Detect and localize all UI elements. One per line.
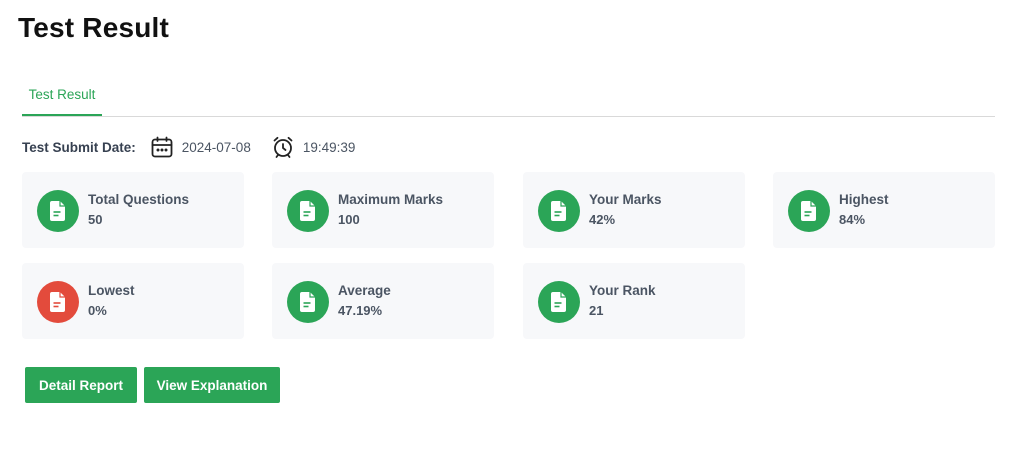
calendar-icon bbox=[150, 135, 174, 159]
document-icon bbox=[287, 281, 329, 323]
stat-title: Average bbox=[338, 283, 391, 298]
test-submit-info: Test Submit Date: 2024-07-08 19:49:39 bbox=[22, 134, 355, 160]
document-icon bbox=[37, 190, 79, 232]
stat-card-your-marks: Your Marks 42% bbox=[523, 172, 745, 248]
stat-card-highest: Highest 84% bbox=[773, 172, 995, 248]
detail-report-button[interactable]: Detail Report bbox=[25, 367, 137, 403]
document-icon bbox=[287, 190, 329, 232]
tab-test-result[interactable]: Test Result bbox=[22, 74, 102, 116]
view-explanation-button[interactable]: View Explanation bbox=[144, 367, 280, 403]
stat-card-your-rank: Your Rank 21 bbox=[523, 263, 745, 339]
stat-value: 100 bbox=[338, 212, 360, 227]
stat-card-average: Average 47.19% bbox=[272, 263, 494, 339]
stat-title: Highest bbox=[839, 192, 889, 207]
stat-title: Total Questions bbox=[88, 192, 190, 207]
stat-title: Maximum Marks bbox=[338, 192, 444, 207]
document-icon bbox=[788, 190, 830, 232]
document-icon bbox=[37, 281, 79, 323]
stat-value: 47.19% bbox=[338, 303, 383, 318]
stat-value: 21 bbox=[589, 303, 604, 318]
page-title: Test Result bbox=[18, 12, 170, 43]
submit-date-value: 2024-07-08 bbox=[181, 139, 251, 155]
stat-title: Your Rank bbox=[589, 283, 656, 298]
stat-value: 42% bbox=[589, 212, 616, 227]
stat-title: Your Marks bbox=[589, 192, 662, 207]
stat-value: 50 bbox=[88, 212, 103, 227]
document-icon bbox=[538, 281, 580, 323]
stat-card-maximum-marks: Maximum Marks 100 bbox=[272, 172, 494, 248]
stat-card-lowest: Lowest 0% bbox=[22, 263, 244, 339]
stat-value: 0% bbox=[88, 303, 107, 318]
stat-title: Lowest bbox=[88, 283, 135, 298]
stat-value: 84% bbox=[839, 212, 866, 227]
submit-time-value: 19:49:39 bbox=[302, 139, 356, 155]
alarm-clock-icon bbox=[271, 135, 295, 159]
stat-card-total-questions: Total Questions 50 bbox=[22, 172, 244, 248]
submit-date-label: Test Submit Date: bbox=[22, 139, 136, 155]
tab-bar: Test Result bbox=[22, 74, 995, 117]
document-icon bbox=[538, 190, 580, 232]
